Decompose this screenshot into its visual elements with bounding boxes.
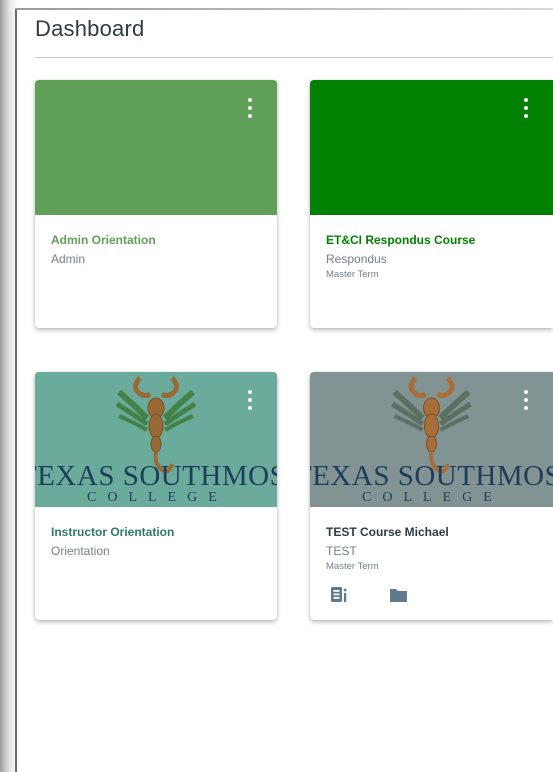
kebab-menu-icon[interactable] (245, 96, 255, 120)
course-card-term: Master Term (326, 269, 379, 280)
course-card-term: Master Term (326, 561, 379, 572)
course-card-code: Orientation (51, 544, 110, 558)
course-card-title[interactable]: Instructor Orientation (51, 525, 174, 539)
course-card-title[interactable]: Admin Orientation (51, 233, 156, 247)
announcements-icon[interactable] (330, 586, 348, 609)
kebab-menu-icon[interactable] (521, 388, 531, 412)
window-top-border (15, 8, 553, 10)
course-card-title[interactable]: ET&CI Respondus Course (326, 233, 475, 247)
page-title: Dashboard (35, 16, 145, 41)
course-card-test-course[interactable]: TEXAS SOUTHMOST COLLEGE TEST Course Mich… (310, 372, 553, 620)
course-card-admin-orientation[interactable]: Admin Orientation Admin (35, 80, 277, 328)
course-card-hero[interactable]: TEXAS SOUTHMOST COLLEGE (310, 372, 553, 507)
course-card-hero[interactable] (35, 80, 277, 215)
dashboard-window: Dashboard Admin Orientation Admin ET&CI … (0, 0, 553, 772)
college-logo-subtext: COLLEGE (362, 490, 503, 505)
college-logo-text: TEXAS SOUTHMOST (310, 460, 553, 492)
course-card-hero[interactable] (310, 80, 553, 215)
course-card-code: Admin (51, 252, 86, 266)
course-card-title[interactable]: TEST Course Michael (326, 525, 449, 539)
college-logo-text: TEXAS SOUTHMOST (35, 460, 277, 492)
college-logo-subtext: COLLEGE (87, 490, 228, 505)
course-card-code: TEST (326, 544, 357, 558)
kebab-menu-icon[interactable] (245, 388, 255, 412)
course-card-code: Respondus (326, 252, 387, 266)
kebab-menu-icon[interactable] (521, 96, 531, 120)
course-card-respondus[interactable]: ET&CI Respondus Course Respondus Master … (310, 80, 553, 328)
course-card-hero[interactable]: TEXAS SOUTHMOST COLLEGE (35, 372, 277, 507)
course-card-instructor-orientation[interactable]: TEXAS SOUTHMOST COLLEGE Instructor Orien… (35, 372, 277, 620)
window-left-border (15, 8, 17, 772)
files-folder-icon[interactable] (389, 586, 409, 609)
title-divider (35, 57, 553, 58)
